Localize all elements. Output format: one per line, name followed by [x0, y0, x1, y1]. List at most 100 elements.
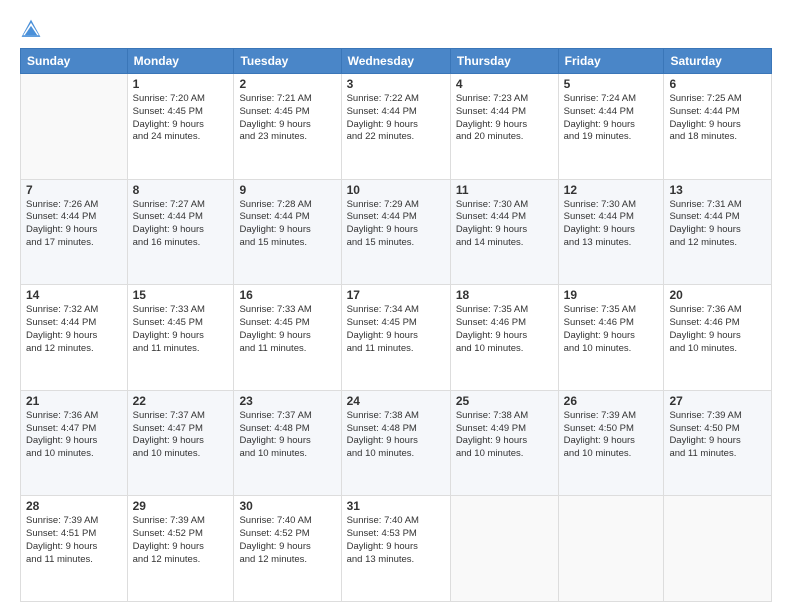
calendar-cell: 22 Sunrise: 7:37 AM Sunset: 4:47 PM Dayli…: [127, 390, 234, 496]
day-of-week-header: Friday: [558, 49, 664, 74]
day-info: Sunrise: 7:39 AM Sunset: 4:52 PM Dayligh…: [133, 515, 229, 566]
day-of-week-header: Tuesday: [234, 49, 341, 74]
calendar-cell: 12Sunrise: 7:30 AM Sunset: 4:44 PM Dayli…: [558, 179, 664, 285]
day-number: 5: [564, 77, 659, 91]
day-info: Sunrise: 7:39 AM Sunset: 4:50 PM Dayligh…: [669, 410, 766, 461]
day-number: 29: [133, 499, 229, 513]
calendar-cell: 11 Sunrise: 7:30 AM Sunset: 4:44 PM Dayli…: [450, 179, 558, 285]
calendar-header-row: SundayMondayTuesdayWednesdayThursdayFrid…: [21, 49, 772, 74]
calendar-cell: [450, 496, 558, 602]
day-info: Sunrise: 7:39 AM Sunset: 4:50 PM Dayligh…: [564, 410, 659, 461]
day-info: Sunrise: 7:33 AM Sunset: 4:45 PM Dayligh…: [133, 304, 229, 355]
calendar-cell: 30Sunrise: 7:40 AM Sunset: 4:52 PM Dayli…: [234, 496, 341, 602]
calendar-cell: 5 Sunrise: 7:24 AM Sunset: 4:44 PM Daylig…: [558, 74, 664, 180]
day-number: 28: [26, 499, 122, 513]
day-info: Sunrise: 7:40 AM Sunset: 4:52 PM Dayligh…: [239, 515, 335, 566]
day-number: 3: [347, 77, 445, 91]
calendar-week-row: 14 Sunrise: 7:32 AM Sunset: 4:44 PM Dayli…: [21, 285, 772, 391]
day-info: Sunrise: 7:37 AM Sunset: 4:47 PM Dayligh…: [133, 410, 229, 461]
day-info: Sunrise: 7:32 AM Sunset: 4:44 PM Dayligh…: [26, 304, 122, 355]
calendar-cell: [558, 496, 664, 602]
calendar-cell: 26 Sunrise: 7:39 AM Sunset: 4:50 PM Dayli…: [558, 390, 664, 496]
day-number: 14: [26, 288, 122, 302]
calendar-week-row: 21 Sunrise: 7:36 AM Sunset: 4:47 PM Dayli…: [21, 390, 772, 496]
day-number: 20: [669, 288, 766, 302]
day-number: 22: [133, 394, 229, 408]
header: [20, 18, 772, 40]
day-number: 17: [347, 288, 445, 302]
calendar-cell: 18 Sunrise: 7:35 AM Sunset: 4:46 PM Dayli…: [450, 285, 558, 391]
day-info: Sunrise: 7:23 AM Sunset: 4:44 PM Dayligh…: [456, 93, 553, 144]
page: SundayMondayTuesdayWednesdayThursdayFrid…: [0, 0, 792, 612]
calendar-cell: [21, 74, 128, 180]
day-number: 24: [347, 394, 445, 408]
calendar-cell: 9 Sunrise: 7:28 AM Sunset: 4:44 PM Daylig…: [234, 179, 341, 285]
day-number: 4: [456, 77, 553, 91]
day-info: Sunrise: 7:38 AM Sunset: 4:49 PM Dayligh…: [456, 410, 553, 461]
day-number: 1: [133, 77, 229, 91]
day-number: 19: [564, 288, 659, 302]
calendar-cell: 17 Sunrise: 7:34 AM Sunset: 4:45 PM Dayli…: [341, 285, 450, 391]
day-info: Sunrise: 7:34 AM Sunset: 4:45 PM Dayligh…: [347, 304, 445, 355]
calendar-cell: 14 Sunrise: 7:32 AM Sunset: 4:44 PM Dayli…: [21, 285, 128, 391]
day-info: Sunrise: 7:21 AM Sunset: 4:45 PM Dayligh…: [239, 93, 335, 144]
day-info: Sunrise: 7:36 AM Sunset: 4:46 PM Dayligh…: [669, 304, 766, 355]
day-number: 9: [239, 183, 335, 197]
day-info: Sunrise: 7:35 AM Sunset: 4:46 PM Dayligh…: [564, 304, 659, 355]
calendar-cell: 8Sunrise: 7:27 AM Sunset: 4:44 PM Daylig…: [127, 179, 234, 285]
day-number: 26: [564, 394, 659, 408]
day-number: 21: [26, 394, 122, 408]
day-info: Sunrise: 7:26 AM Sunset: 4:44 PM Dayligh…: [26, 199, 122, 250]
logo-icon: [20, 18, 42, 40]
calendar-cell: 25 Sunrise: 7:38 AM Sunset: 4:49 PM Dayli…: [450, 390, 558, 496]
day-number: 2: [239, 77, 335, 91]
day-number: 11: [456, 183, 553, 197]
calendar-cell: 10 Sunrise: 7:29 AM Sunset: 4:44 PM Dayli…: [341, 179, 450, 285]
day-info: Sunrise: 7:22 AM Sunset: 4:44 PM Dayligh…: [347, 93, 445, 144]
calendar-cell: 24Sunrise: 7:38 AM Sunset: 4:48 PM Dayli…: [341, 390, 450, 496]
day-info: Sunrise: 7:35 AM Sunset: 4:46 PM Dayligh…: [456, 304, 553, 355]
day-number: 31: [347, 499, 445, 513]
calendar-cell: 27 Sunrise: 7:39 AM Sunset: 4:50 PM Dayli…: [664, 390, 772, 496]
calendar-cell: 20 Sunrise: 7:36 AM Sunset: 4:46 PM Dayli…: [664, 285, 772, 391]
calendar-cell: 19 Sunrise: 7:35 AM Sunset: 4:46 PM Dayli…: [558, 285, 664, 391]
day-number: 12: [564, 183, 659, 197]
calendar-cell: 23 Sunrise: 7:37 AM Sunset: 4:48 PM Dayli…: [234, 390, 341, 496]
day-info: Sunrise: 7:40 AM Sunset: 4:53 PM Dayligh…: [347, 515, 445, 566]
day-of-week-header: Monday: [127, 49, 234, 74]
calendar-week-row: 1Sunrise: 7:20 AM Sunset: 4:45 PM Daylig…: [21, 74, 772, 180]
day-of-week-header: Wednesday: [341, 49, 450, 74]
calendar-cell: 13Sunrise: 7:31 AM Sunset: 4:44 PM Dayli…: [664, 179, 772, 285]
day-number: 27: [669, 394, 766, 408]
calendar-cell: 3 Sunrise: 7:22 AM Sunset: 4:44 PM Daylig…: [341, 74, 450, 180]
day-number: 7: [26, 183, 122, 197]
calendar-cell: 2 Sunrise: 7:21 AM Sunset: 4:45 PM Daylig…: [234, 74, 341, 180]
day-number: 13: [669, 183, 766, 197]
day-info: Sunrise: 7:30 AM Sunset: 4:44 PM Dayligh…: [456, 199, 553, 250]
day-number: 15: [133, 288, 229, 302]
day-info: Sunrise: 7:33 AM Sunset: 4:45 PM Dayligh…: [239, 304, 335, 355]
day-number: 18: [456, 288, 553, 302]
day-number: 10: [347, 183, 445, 197]
calendar-cell: 29 Sunrise: 7:39 AM Sunset: 4:52 PM Dayli…: [127, 496, 234, 602]
day-number: 23: [239, 394, 335, 408]
calendar-cell: 7 Sunrise: 7:26 AM Sunset: 4:44 PM Daylig…: [21, 179, 128, 285]
day-number: 6: [669, 77, 766, 91]
day-info: Sunrise: 7:24 AM Sunset: 4:44 PM Dayligh…: [564, 93, 659, 144]
day-number: 16: [239, 288, 335, 302]
day-info: Sunrise: 7:36 AM Sunset: 4:47 PM Dayligh…: [26, 410, 122, 461]
calendar-cell: 1Sunrise: 7:20 AM Sunset: 4:45 PM Daylig…: [127, 74, 234, 180]
calendar-cell: 6Sunrise: 7:25 AM Sunset: 4:44 PM Daylig…: [664, 74, 772, 180]
day-info: Sunrise: 7:28 AM Sunset: 4:44 PM Dayligh…: [239, 199, 335, 250]
day-number: 25: [456, 394, 553, 408]
day-info: Sunrise: 7:37 AM Sunset: 4:48 PM Dayligh…: [239, 410, 335, 461]
day-info: Sunrise: 7:39 AM Sunset: 4:51 PM Dayligh…: [26, 515, 122, 566]
calendar-cell: [664, 496, 772, 602]
day-of-week-header: Saturday: [664, 49, 772, 74]
day-info: Sunrise: 7:29 AM Sunset: 4:44 PM Dayligh…: [347, 199, 445, 250]
calendar-cell: 15 Sunrise: 7:33 AM Sunset: 4:45 PM Dayli…: [127, 285, 234, 391]
calendar-week-row: 7 Sunrise: 7:26 AM Sunset: 4:44 PM Daylig…: [21, 179, 772, 285]
calendar-cell: 21 Sunrise: 7:36 AM Sunset: 4:47 PM Dayli…: [21, 390, 128, 496]
calendar: SundayMondayTuesdayWednesdayThursdayFrid…: [20, 48, 772, 602]
calendar-cell: 28 Sunrise: 7:39 AM Sunset: 4:51 PM Dayli…: [21, 496, 128, 602]
